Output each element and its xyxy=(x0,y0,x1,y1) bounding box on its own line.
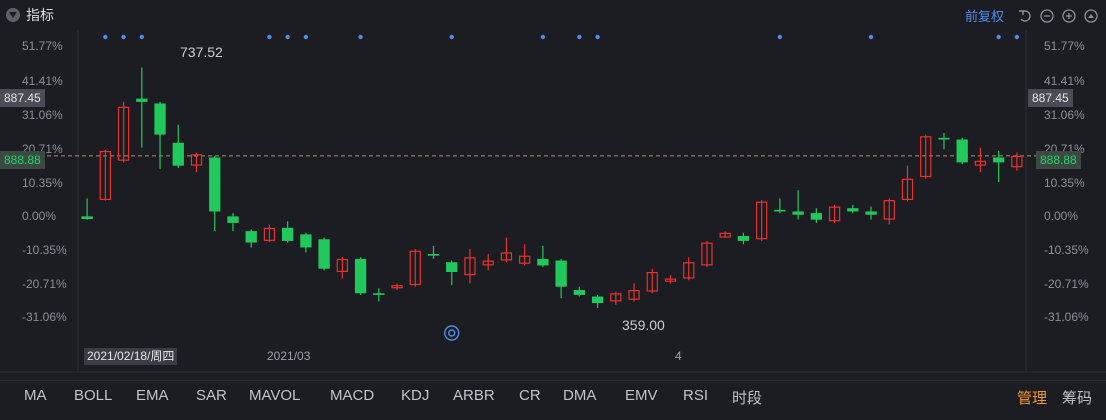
indicator-tab[interactable]: 时段 xyxy=(732,387,762,408)
event-marker xyxy=(285,34,290,40)
candle-body xyxy=(427,254,440,256)
candle-body xyxy=(810,213,822,220)
indicator-tab[interactable]: EMA xyxy=(136,387,169,404)
candle-body xyxy=(847,208,859,212)
candle-body xyxy=(373,293,385,295)
left-axis-tick: 51.77% xyxy=(22,39,63,53)
candle-body xyxy=(282,227,294,241)
indicator-tab[interactable]: RSI xyxy=(683,387,708,404)
candle-body xyxy=(227,216,239,223)
indicator-tab[interactable]: KDJ xyxy=(401,387,429,404)
candle-body xyxy=(136,98,148,102)
event-marker xyxy=(303,34,309,40)
candle-body xyxy=(245,231,257,243)
event-marker xyxy=(267,34,272,40)
target-icon-inner xyxy=(448,329,456,337)
indicator-tab[interactable]: SAR xyxy=(196,387,227,404)
event-marker xyxy=(449,34,454,40)
candle-body xyxy=(573,289,585,295)
candle-body xyxy=(555,260,567,287)
left-axis-tick: 10.35% xyxy=(22,176,63,190)
time-tick: 4 xyxy=(675,349,682,363)
candle-body xyxy=(300,234,312,248)
left-axis-tick: -10.35% xyxy=(22,243,67,257)
candle-body xyxy=(318,239,330,269)
event-marker xyxy=(1014,34,1020,40)
candle-body xyxy=(537,258,549,266)
right-axis-tick: 51.77% xyxy=(1044,39,1085,53)
candle-body xyxy=(956,139,968,163)
left-axis-tick: 0.00% xyxy=(22,209,57,223)
candle-body xyxy=(81,216,93,219)
chip-distribution-button[interactable]: 筹码 xyxy=(1062,387,1092,408)
event-marker xyxy=(540,34,546,40)
candle-body xyxy=(938,137,950,140)
left-axis-tick: 31.06% xyxy=(22,108,63,122)
indicator-tab-bar: MA BOLL EMA SAR MAVOL MACD KDJ ARBR CR D… xyxy=(0,380,1106,411)
time-tick: 2021/03 xyxy=(267,349,311,363)
candle-body xyxy=(737,236,750,241)
right-axis-tick: -31.06% xyxy=(1044,310,1089,324)
candle-body xyxy=(172,142,184,166)
reference-price-tag-right: 888.88 xyxy=(1036,151,1081,169)
event-marker xyxy=(996,34,1001,40)
left-axis-tick: -20.71% xyxy=(22,277,67,291)
right-axis-tick: 41.41% xyxy=(1044,74,1085,88)
indicator-tab[interactable]: ARBR xyxy=(453,387,495,404)
indicator-tab[interactable]: CR xyxy=(519,387,541,404)
candle-body xyxy=(446,262,458,272)
right-axis-tick: 0.00% xyxy=(1044,209,1079,223)
high-price-label: 737.52 xyxy=(180,44,223,60)
event-marker xyxy=(358,34,363,40)
crosshair-price-tag-right: 887.45 xyxy=(1028,89,1073,107)
candle-body xyxy=(993,157,1005,163)
event-marker xyxy=(577,34,582,40)
indicator-tab[interactable]: MAVOL xyxy=(249,387,300,404)
event-marker xyxy=(868,34,874,40)
event-marker xyxy=(121,34,126,40)
candlestick-chart[interactable] xyxy=(0,0,1106,380)
cursor-date-tag: 2021/02/18/周四 xyxy=(84,348,178,365)
indicator-tab[interactable]: MA xyxy=(24,387,47,404)
indicator-tab[interactable]: DMA xyxy=(563,387,596,404)
crosshair-price-tag-left: 887.45 xyxy=(0,89,45,107)
left-axis-tick: 41.41% xyxy=(22,74,63,88)
indicator-tab[interactable]: EMV xyxy=(625,387,658,404)
right-axis-tick: 31.06% xyxy=(1044,108,1085,122)
event-marker xyxy=(139,34,145,40)
candle-body xyxy=(591,296,604,304)
low-price-label: 359.00 xyxy=(622,317,665,333)
right-axis-tick: 10.35% xyxy=(1044,176,1085,190)
target-icon xyxy=(444,325,460,341)
candle-body xyxy=(774,209,786,212)
event-marker xyxy=(103,34,108,40)
candle-body xyxy=(792,211,804,215)
candle-body xyxy=(154,103,166,135)
manage-indicators-button[interactable]: 管理 xyxy=(1017,387,1047,408)
reference-price-tag-left: 888.88 xyxy=(0,151,45,169)
event-marker xyxy=(595,34,600,40)
candle-body xyxy=(865,211,877,215)
candle-body xyxy=(354,258,367,294)
right-axis-tick: -10.35% xyxy=(1044,243,1089,257)
right-axis-tick: -20.71% xyxy=(1044,277,1089,291)
indicator-tab[interactable]: MACD xyxy=(330,387,374,404)
candle-body xyxy=(209,157,221,212)
left-axis-tick: -31.06% xyxy=(22,310,67,324)
event-marker xyxy=(777,34,783,40)
indicator-tab[interactable]: BOLL xyxy=(74,387,112,404)
